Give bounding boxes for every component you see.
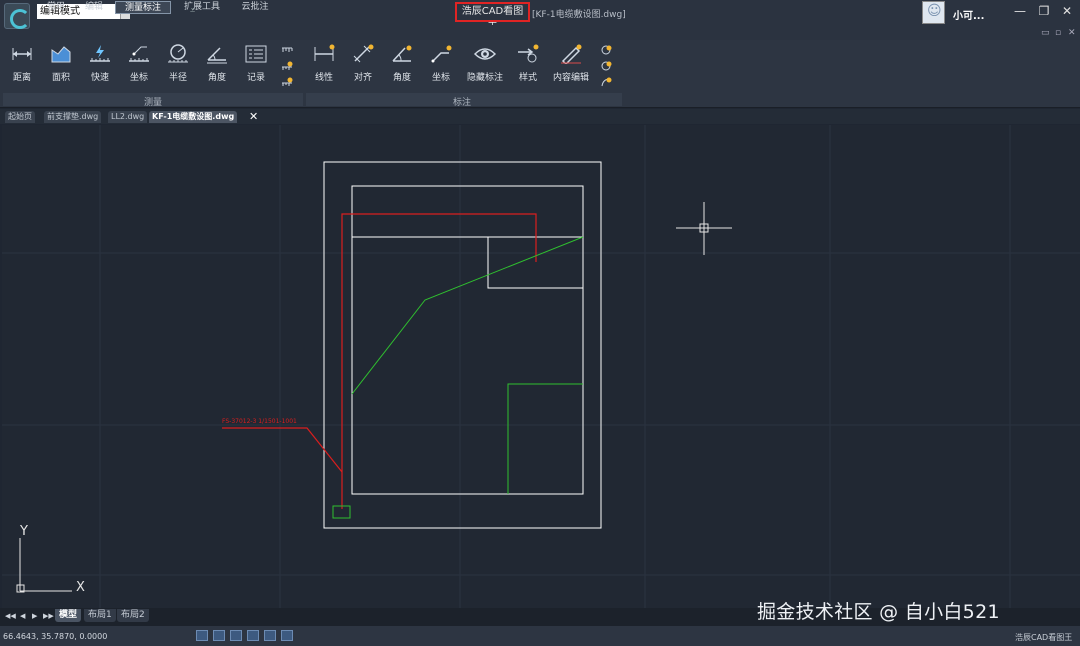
outer-frame	[323, 161, 602, 529]
layout-tab-2[interactable]: 布局2	[117, 609, 149, 622]
tool-distance[interactable]: 距离	[3, 42, 41, 86]
close-icon[interactable]: ✕	[1060, 4, 1074, 18]
ruler-distance-icon	[12, 48, 32, 60]
tool-coordinate-dim[interactable]: 坐标	[422, 42, 460, 86]
snap-icon[interactable]	[230, 630, 242, 641]
small-ruler-settings-icon[interactable]	[281, 77, 293, 87]
small-dim-settings-icon[interactable]	[600, 45, 612, 55]
nav-last-icon[interactable]: ▶▶	[43, 612, 54, 620]
pencil-edit-icon	[561, 44, 582, 64]
ucs-icon	[16, 538, 72, 593]
tool-radius[interactable]: 半径	[159, 42, 197, 86]
lightning-ruler-icon	[90, 45, 110, 62]
tab-common[interactable]: 常用	[42, 1, 70, 14]
doc-tab-kf1[interactable]: KF-1电缆敷设图.dwg	[149, 111, 238, 123]
fullscreen-icon[interactable]	[281, 630, 293, 641]
tool-content-edit[interactable]: 内容编辑	[552, 42, 590, 86]
tab-edit[interactable]: 编辑	[80, 1, 108, 14]
cable-label: FS-37012-3 1/1501-1001	[222, 418, 297, 425]
tool-label: 样式	[518, 73, 537, 83]
doc-tab-front-pad[interactable]: 前支撑垫.dwg	[44, 111, 102, 123]
tool-label: 坐标	[431, 73, 450, 83]
small-ruler-settings-icon[interactable]	[281, 61, 293, 71]
doc-tab-start[interactable]: 起始页	[5, 111, 35, 123]
sub-minimize-icon[interactable]: ▭	[1041, 28, 1050, 38]
tool-aligned-dim[interactable]: 对齐	[344, 42, 382, 86]
radius-icon	[168, 44, 188, 63]
angle-icon	[207, 47, 227, 64]
small-ruler-icon[interactable]	[281, 45, 293, 55]
tool-label: 内容编辑	[552, 73, 589, 83]
grid-toggle-icon[interactable]	[196, 630, 208, 641]
eye-icon	[474, 48, 496, 60]
inner-frame	[351, 185, 584, 495]
nav-prev-icon[interactable]: ◀	[20, 612, 25, 620]
tool-label: 隐藏标注	[466, 73, 503, 83]
frame-lines	[323, 161, 602, 529]
layout-tab-model[interactable]: 模型	[55, 609, 82, 622]
tool-hide-dim[interactable]: 隐藏标注	[466, 42, 504, 86]
style-icon	[518, 44, 539, 63]
group-label-annotate: 标注	[453, 98, 472, 108]
file-title: [KF-1电缆敷设图.dwg]	[532, 10, 626, 20]
small-dim-settings-icon[interactable]	[600, 77, 612, 87]
zoom-icon[interactable]	[213, 630, 225, 641]
app-title: 浩辰CAD看图王	[455, 2, 530, 33]
tool-angle-dim[interactable]: 角度	[383, 42, 421, 86]
nav-next-icon[interactable]: ▶	[32, 612, 37, 620]
tool-label: 记录	[246, 73, 265, 83]
small-dim-settings-icon[interactable]	[600, 61, 612, 71]
minimize-icon[interactable]: —	[1013, 4, 1027, 18]
tool-quick[interactable]: 快速	[81, 42, 119, 86]
drawing-canvas[interactable]: FS-37012-3 1/1501-1001 Y X	[2, 125, 1080, 608]
tab-cloud-annotate[interactable]: 云批注	[237, 1, 273, 14]
crosshair-cursor	[676, 202, 732, 255]
close-icon[interactable]: ✕	[249, 110, 258, 123]
restore-icon[interactable]: ❐	[1037, 4, 1051, 18]
status-app-name: 浩辰CAD看图王	[1015, 633, 1073, 642]
nav-first-icon[interactable]: ◀◀	[5, 612, 16, 620]
status-bar	[0, 626, 1080, 646]
app-logo-icon[interactable]	[4, 3, 30, 29]
coordinate-readout: 66.4643, 35.7870, 0.0000	[3, 632, 108, 641]
menu-bar	[0, 25, 1080, 40]
linear-dimension-icon	[314, 44, 335, 61]
cad-drawing: FS-37012-3 1/1501-1001 Y X	[2, 125, 1080, 608]
watermark: 掘金技术社区 @ 自小白521	[757, 601, 1000, 623]
coordinate-icon	[129, 46, 149, 62]
polar-icon[interactable]	[264, 630, 276, 641]
tool-style[interactable]: 样式	[509, 42, 547, 86]
record-list-icon	[245, 45, 267, 63]
ortho-icon[interactable]	[247, 630, 259, 641]
tool-area[interactable]: 面积	[42, 42, 80, 86]
user-avatar[interactable]	[922, 1, 945, 24]
tab-extend-tools[interactable]: 扩展工具	[180, 1, 224, 14]
user-name[interactable]: 小可...	[953, 7, 984, 22]
angle-dimension-icon	[392, 45, 412, 62]
tool-coordinate[interactable]: 坐标	[120, 42, 158, 86]
axis-x-label: X	[76, 580, 85, 595]
tool-angle[interactable]: 角度	[198, 42, 236, 86]
tab-measure-annotate[interactable]: 测量标注	[115, 1, 171, 14]
tool-record[interactable]: 记录	[237, 42, 275, 86]
layout-tab-1[interactable]: 布局1	[84, 609, 116, 622]
group-label-measure: 测量	[144, 98, 163, 108]
green-lines	[332, 236, 584, 519]
doc-tab-ll2[interactable]: LL2.dwg	[108, 111, 148, 123]
sub-restore-icon[interactable]: ▫	[1055, 28, 1061, 38]
aligned-dimension-icon	[353, 44, 374, 63]
sub-close-icon[interactable]: ✕	[1068, 28, 1076, 38]
coordinate-dimension-icon	[431, 45, 452, 63]
tool-linear-dim[interactable]: 线性	[305, 42, 343, 86]
red-cable-route	[222, 213, 537, 509]
area-icon	[51, 46, 71, 63]
axis-y-label: Y	[19, 524, 28, 539]
